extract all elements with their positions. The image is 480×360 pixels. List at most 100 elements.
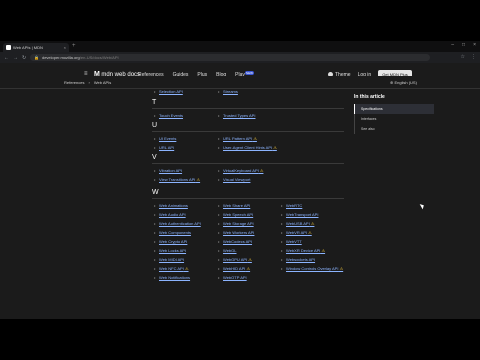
api-link[interactable]: Web Notifications [159, 275, 190, 280]
tab-title: Web APIs | MDN [13, 45, 43, 50]
section-letter-w: W [152, 189, 159, 196]
api-link[interactable]: URL API [159, 145, 174, 150]
api-link[interactable]: User-Agent Client Hints API ⚠ [223, 145, 277, 150]
api-link[interactable]: Trusted Types API [223, 113, 255, 118]
api-link[interactable]: Vibration API [159, 168, 182, 173]
section-letter-u: U [152, 122, 158, 129]
list-bullet: • [218, 136, 220, 141]
api-link[interactable]: Websockets API [286, 257, 315, 262]
api-link[interactable]: WebHID API ⚠ [223, 266, 250, 271]
close-tab-icon[interactable]: × [64, 45, 66, 50]
breadcrumb-web-apis[interactable]: Web APIs [94, 80, 112, 85]
api-link[interactable]: WebGPU API ⚠ [223, 257, 252, 262]
list-bullet: • [154, 266, 156, 271]
api-link[interactable]: WebXR Device API ⚠ [286, 248, 325, 253]
list-bullet: • [218, 177, 220, 182]
api-link[interactable]: WebRTC [286, 203, 302, 208]
reload-icon[interactable]: ↻ [22, 55, 26, 61]
experimental-warning-icon: ⚠ [338, 266, 344, 271]
api-link[interactable]: Web Speech API [223, 212, 253, 217]
list-bullet: • [218, 266, 220, 271]
list-bullet: • [154, 230, 156, 235]
list-bullet: • [218, 145, 220, 150]
toc-heading: In this article [354, 94, 385, 100]
list-bullet: • [281, 212, 283, 217]
toc-item-see-also[interactable]: See also [354, 124, 434, 134]
api-link[interactable]: Web Workers API [223, 230, 254, 235]
new-badge: NEW [244, 71, 254, 75]
list-bullet: • [281, 230, 283, 235]
bookmark-star-icon[interactable]: ☆ [461, 54, 465, 60]
api-link[interactable]: Web Crypto API [159, 239, 187, 244]
api-link[interactable]: WebVR API ⚠ [286, 230, 312, 235]
api-link[interactable]: Web MIDI API [159, 257, 184, 262]
experimental-warning-icon: ⚠ [252, 136, 257, 141]
address-bar[interactable]: 🔒 developer.mozilla.org/en-US/docs/Web/A… [30, 54, 430, 61]
list-bullet: • [154, 275, 156, 280]
browser-menu-icon[interactable]: ⋮ [471, 54, 476, 60]
screen: { "tab": { "title": "Web APIs | MDN", "c… [0, 0, 480, 360]
api-link[interactable]: Web Locks API [159, 248, 186, 253]
api-link[interactable]: WebVTT [286, 239, 302, 244]
toc-item-specifications[interactable]: Specifications [354, 104, 434, 114]
experimental-warning-icon: ⚠ [258, 168, 264, 173]
experimental-warning-icon: ⚠ [309, 221, 315, 226]
breadcrumb: References › Web APIs ⊕ English (US) [0, 76, 480, 89]
api-link[interactable]: Visual Viewport [223, 177, 250, 182]
forward-icon[interactable]: → [13, 55, 18, 61]
api-link[interactable]: WebGL [223, 248, 237, 253]
api-link[interactable]: Streams [223, 89, 238, 94]
api-link[interactable]: Selection API [159, 89, 183, 94]
list-bullet: • [154, 203, 156, 208]
list-bullet: • [154, 89, 156, 94]
breadcrumb-references[interactable]: References [64, 80, 84, 85]
experimental-warning-icon: ⚠ [183, 266, 189, 271]
section-divider [152, 108, 344, 109]
api-link[interactable]: UI Events [159, 136, 176, 141]
list-bullet: • [218, 257, 220, 262]
list-bullet: • [218, 275, 220, 280]
api-link[interactable]: Web Storage API [223, 221, 254, 226]
api-link[interactable]: View Transitions API ⚠ [159, 177, 200, 182]
browser-tab[interactable]: Web APIs | MDN × [3, 43, 69, 52]
close-window-icon[interactable]: × [473, 42, 476, 48]
list-bullet: • [218, 239, 220, 244]
list-bullet: • [218, 203, 220, 208]
api-link[interactable]: VirtualKeyboard API ⚠ [223, 168, 263, 173]
list-bullet: • [154, 248, 156, 253]
experimental-warning-icon: ⚠ [272, 145, 277, 150]
section-divider [152, 131, 344, 132]
browser-toolbar: ← → ↻ 🔒 developer.mozilla.org/en-US/docs… [0, 52, 480, 63]
api-link[interactable]: WebCodecs API [223, 239, 252, 244]
list-bullet: • [281, 248, 283, 253]
api-link[interactable]: URL Pattern API ⚠ [223, 136, 257, 141]
toc-item-interfaces[interactable]: Interfaces [354, 114, 434, 124]
list-bullet: • [218, 212, 220, 217]
language-selector[interactable]: ⊕ English (US) [390, 80, 417, 85]
list-bullet: • [154, 145, 156, 150]
api-link[interactable]: Window Controls Overlay API ⚠ [286, 266, 343, 271]
api-link[interactable]: Web Audio API [159, 212, 186, 217]
api-link[interactable]: WebUSB API ⚠ [286, 221, 314, 226]
api-link[interactable]: WebOTP API [223, 275, 247, 280]
maximize-icon[interactable]: □ [462, 42, 465, 48]
list-bullet: • [154, 239, 156, 244]
url-path: /en-US/docs/Web/API [79, 55, 119, 60]
api-link[interactable]: Web Components [159, 230, 191, 235]
minimize-icon[interactable]: – [451, 42, 454, 48]
api-link[interactable]: Web Animations [159, 203, 188, 208]
api-link[interactable]: WebTransport API [286, 212, 318, 217]
list-bullet: • [218, 230, 220, 235]
tab-strip: Web APIs | MDN × + – □ × [0, 41, 480, 52]
api-link[interactable]: Web Share API [223, 203, 250, 208]
api-link[interactable]: Web Authentication API [159, 221, 201, 226]
experimental-warning-icon: ⚠ [320, 248, 326, 253]
api-link[interactable]: Touch Events [159, 113, 183, 118]
breadcrumb-separator: › [88, 80, 90, 85]
back-icon[interactable]: ← [4, 55, 9, 61]
list-bullet: • [218, 248, 220, 253]
list-bullet: • [154, 257, 156, 262]
api-link[interactable]: Web NFC API ⚠ [159, 266, 189, 271]
list-bullet: • [154, 212, 156, 217]
new-tab-button[interactable]: + [72, 43, 76, 49]
